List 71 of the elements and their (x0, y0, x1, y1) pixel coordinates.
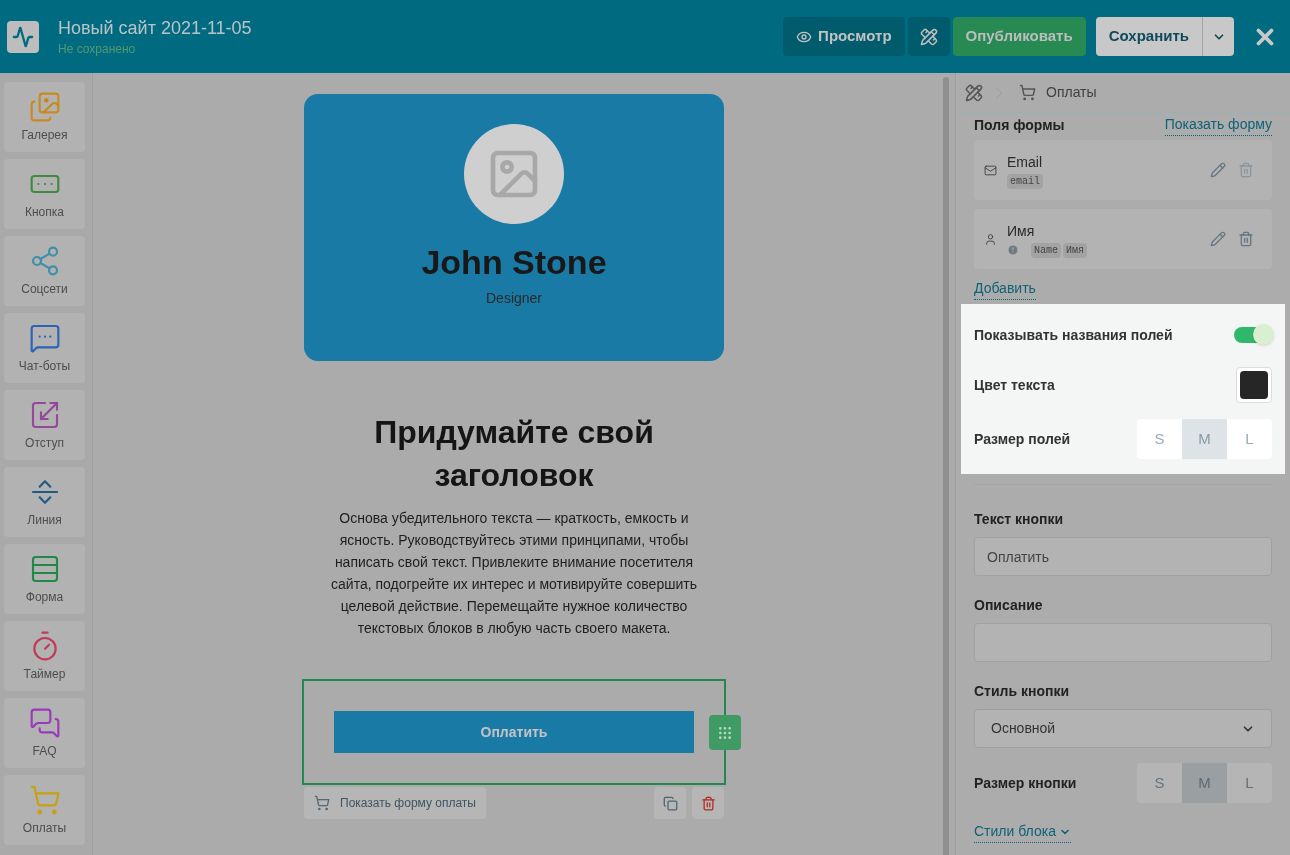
trash-icon (1238, 231, 1254, 247)
envelope-icon (984, 163, 997, 177)
size-option[interactable]: S (1137, 763, 1182, 803)
block-button[interactable]: Соцсети (4, 236, 85, 306)
toggle-switch[interactable] (1234, 327, 1272, 343)
profile-role: Designer (486, 289, 542, 308)
button-text-field[interactable]: Оплатить (974, 537, 1272, 576)
copy-icon (662, 795, 678, 811)
setting-label: Показывать названия полей (974, 325, 1173, 345)
field-label: Email (1007, 152, 1043, 172)
setting-label: Размер кнопки (974, 773, 1077, 793)
button-label: Показать форму оплаты (340, 795, 476, 812)
field-tag: Name (1031, 242, 1061, 258)
edit-button[interactable] (1210, 231, 1226, 247)
block-button[interactable]: Линия (4, 467, 85, 537)
save-status: Не сохранено (58, 40, 137, 58)
drag-handle[interactable] (709, 715, 741, 750)
block-button[interactable]: Оплаты (4, 775, 85, 845)
body-text: Основа убедительного текста — краткость, емкость и ясность. Руководствуйтесь этими принципами, чтобы написать свой текст. Привлеките внимание посетителя сайта, подогрейте их интерес и мотивируйте совершить целевой действие. Перемещайте нужное количество текстовых блоков в любую часть своего макета. (330, 509, 698, 638)
delete-button[interactable] (1238, 231, 1254, 247)
duplicate-button[interactable] (654, 787, 686, 819)
block-button[interactable]: Отступ (4, 390, 85, 460)
cart-icon (314, 795, 330, 811)
pay-button[interactable]: Оплатить (334, 711, 694, 753)
delete-button[interactable] (692, 787, 724, 819)
site-title: Новый сайт 2021-11-05 (58, 16, 252, 40)
setting-label: Стиль кнопки (974, 682, 1071, 701)
field-tag: Имя (1063, 242, 1088, 258)
preview-button[interactable]: Просмотр (783, 17, 905, 56)
size-option[interactable]: S (1137, 419, 1182, 459)
button-style-select[interactable]: Основной (974, 709, 1272, 748)
delete-button[interactable] (1238, 162, 1254, 178)
setting-label: Размер полей (974, 429, 1071, 449)
page-heading: Придумайте свой заголовок (373, 413, 655, 495)
person-icon (984, 232, 997, 246)
pencil-icon (1210, 231, 1226, 247)
add-field-link[interactable]: Добавить (974, 278, 1036, 300)
block-button[interactable]: Таймер (4, 621, 85, 691)
show-payment-form-button[interactable]: Показать форму оплаты (304, 787, 486, 819)
setting-label: Описание (974, 596, 1044, 615)
trash-icon (1238, 162, 1254, 178)
field-tag: email (1007, 173, 1043, 189)
edit-button[interactable] (1210, 162, 1226, 178)
pencil-icon (1210, 162, 1226, 178)
show-form-link[interactable]: Показать форму (1164, 114, 1272, 136)
design-tools-icon (919, 27, 938, 46)
size-option[interactable]: M (1182, 419, 1227, 459)
section-title: Поля формы (974, 115, 1065, 135)
block-button[interactable]: Форма (4, 544, 85, 614)
breadcrumb-current: Оплаты (1046, 83, 1097, 102)
block-button[interactable]: Кнопка (4, 159, 85, 229)
design-tools-icon[interactable] (965, 83, 983, 102)
block-button[interactable]: FAQ (4, 698, 85, 768)
publish-button[interactable]: Опубликовать (952, 17, 1086, 56)
trash-icon (700, 795, 716, 811)
setting-label: Цвет текста (974, 375, 1055, 395)
design-tools-button[interactable] (907, 17, 950, 56)
logo-icon (7, 20, 39, 53)
profile-name: John Stone (421, 242, 607, 282)
size-option[interactable]: L (1227, 419, 1272, 459)
field-label: Имя (1007, 221, 1036, 241)
save-button[interactable]: Сохранить (1095, 17, 1203, 56)
size-option[interactable]: L (1227, 763, 1272, 803)
block-button[interactable]: Галерея (4, 82, 85, 152)
grip-icon (717, 724, 733, 741)
save-options-button[interactable] (1203, 17, 1234, 56)
setting-label: Текст кнопки (974, 510, 1065, 529)
block-button[interactable]: Чат-боты (4, 313, 85, 383)
block-styles-link[interactable]: Стили блока (974, 821, 1071, 843)
cart-icon (1019, 84, 1036, 101)
size-option[interactable]: M (1182, 763, 1227, 803)
